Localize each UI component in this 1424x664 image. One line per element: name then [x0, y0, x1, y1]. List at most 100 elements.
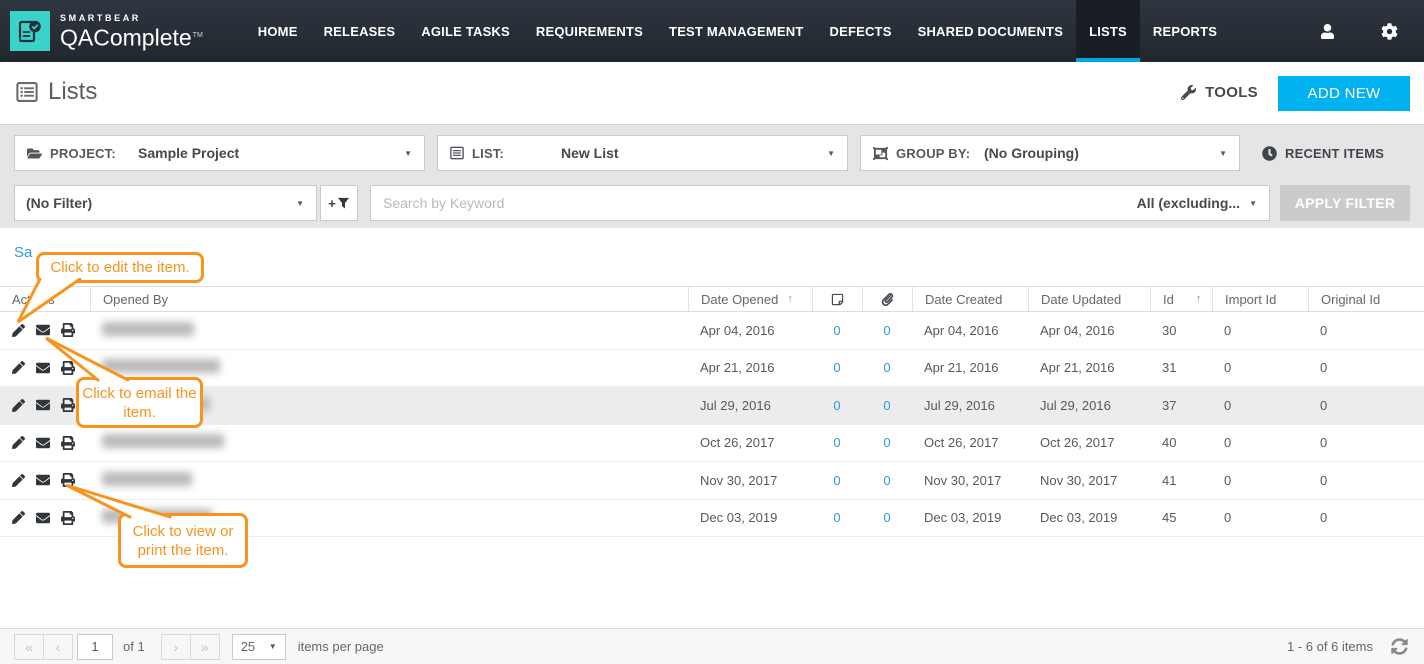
original-id-cell: 0 [1308, 323, 1424, 338]
filter-panel: PROJECT: Sample Project ▼ LIST: New List… [0, 124, 1424, 228]
print-icon[interactable] [61, 436, 75, 450]
add-new-button[interactable]: ADD NEW [1278, 76, 1410, 111]
callout-print-tail [56, 479, 180, 519]
pager-bar: « ‹ of 1 › » 25 ▼ items per page 1 - 6 o… [0, 628, 1424, 664]
import-id-cell: 0 [1212, 510, 1308, 525]
callout-print: Click to view or print the item. [118, 513, 248, 568]
chevron-down-icon: ▼ [404, 149, 412, 158]
import-id-cell: 0 [1212, 435, 1308, 450]
chevron-down-icon: ▼ [827, 149, 835, 158]
nav-item-reports[interactable]: REPORTS [1140, 0, 1230, 62]
paperclip-icon [881, 293, 894, 306]
import-id-cell: 0 [1212, 360, 1308, 375]
notes-count-link[interactable]: 0 [812, 473, 862, 488]
date-updated-cell: Dec 03, 2019 [1028, 510, 1150, 525]
folder-icon [27, 146, 42, 161]
column-header-import-id[interactable]: Import Id [1212, 287, 1308, 311]
column-header-date-opened[interactable]: Date Opened ↑ [688, 287, 812, 311]
table-row: Nov 30, 2017 0 0 Nov 30, 2017 Nov 30, 20… [0, 462, 1424, 500]
notes-count-link[interactable]: 0 [812, 323, 862, 338]
chevron-down-icon: ▼ [1219, 149, 1227, 158]
nav-item-releases[interactable]: RELEASES [311, 0, 409, 62]
notes-count-link[interactable]: 0 [812, 435, 862, 450]
table-row: Apr 21, 2016 0 0 Apr 21, 2016 Apr 21, 20… [0, 350, 1424, 388]
nav-item-shared-documents[interactable]: SHARED DOCUMENTS [905, 0, 1076, 62]
list-dropdown[interactable]: LIST: New List ▼ [437, 135, 848, 171]
date-updated-cell: Oct 26, 2017 [1028, 435, 1150, 450]
saved-filter-dropdown[interactable]: (No Filter) ▼ [14, 185, 317, 221]
print-icon[interactable] [61, 398, 75, 412]
next-page-button[interactable]: › [161, 634, 191, 660]
list-value: New List [561, 145, 619, 161]
group-icon [873, 146, 888, 161]
nav-item-requirements[interactable]: REQUIREMENTS [523, 0, 656, 62]
recent-items-button[interactable]: RECENT ITEMS [1262, 135, 1384, 171]
notes-count-link[interactable]: 0 [812, 360, 862, 375]
import-id-cell: 0 [1212, 473, 1308, 488]
brand-logo[interactable]: SMARTBEAR QACompleteTM [0, 0, 245, 62]
nav-item-defects[interactable]: DEFECTS [817, 0, 905, 62]
attachments-count-link[interactable]: 0 [862, 473, 912, 488]
edit-icon[interactable] [12, 511, 25, 524]
column-header-notes[interactable] [812, 287, 862, 311]
page-title: Lists [16, 78, 97, 106]
sample-link[interactable]: Sa [14, 244, 32, 261]
refresh-icon[interactable] [1391, 638, 1408, 655]
brand-product: QAComplete [60, 24, 192, 50]
column-header-date-created[interactable]: Date Created [912, 287, 1028, 311]
column-header-id[interactable]: Id ↑ [1150, 287, 1212, 311]
edit-icon[interactable] [12, 399, 25, 412]
wrench-icon [1181, 85, 1196, 100]
date-opened-cell: Nov 30, 2017 [688, 473, 812, 488]
date-updated-cell: Jul 29, 2016 [1028, 398, 1150, 413]
notes-count-link[interactable]: 0 [812, 510, 862, 525]
column-header-original-id[interactable]: Original Id [1308, 287, 1424, 311]
nav-item-agile-tasks[interactable]: AGILE TASKS [408, 0, 523, 62]
column-header-opened-by[interactable]: Opened By [90, 287, 688, 311]
attachments-count-link[interactable]: 0 [862, 398, 912, 413]
list-icon [450, 146, 464, 160]
edit-icon[interactable] [12, 436, 25, 449]
tools-button[interactable]: TOOLS [1181, 84, 1258, 101]
table-header-row: Actions Opened By Date Opened ↑ Date Cre… [0, 286, 1424, 312]
column-header-attachments[interactable] [862, 287, 912, 311]
project-value: Sample Project [138, 145, 239, 161]
search-input[interactable] [371, 187, 1137, 219]
table-row: Apr 04, 2016 0 0 Apr 04, 2016 Apr 04, 20… [0, 312, 1424, 350]
email-icon[interactable] [36, 436, 50, 450]
original-id-cell: 0 [1308, 435, 1424, 450]
gear-icon[interactable] [1381, 23, 1398, 40]
date-opened-cell: Jul 29, 2016 [688, 398, 812, 413]
nav-item-test-management[interactable]: TEST MANAGEMENT [656, 0, 816, 62]
page-number-input[interactable] [77, 634, 113, 660]
group-by-dropdown[interactable]: GROUP BY: (No Grouping) ▼ [860, 135, 1240, 171]
attachments-count-link[interactable]: 0 [862, 323, 912, 338]
email-icon[interactable] [36, 511, 50, 525]
redacted-name [102, 434, 224, 448]
search-scope-dropdown[interactable]: All (excluding... ▼ [1137, 195, 1269, 211]
lists-icon [16, 81, 38, 103]
notes-count-link[interactable]: 0 [812, 398, 862, 413]
page-size-dropdown[interactable]: 25 ▼ [232, 634, 286, 660]
user-icon[interactable] [1320, 24, 1335, 39]
edit-icon[interactable] [12, 474, 25, 487]
top-navbar: SMARTBEAR QACompleteTM HOME RELEASES AGI… [0, 0, 1424, 62]
add-filter-button[interactable]: + [320, 185, 358, 221]
last-page-button[interactable]: » [190, 634, 220, 660]
prev-page-button[interactable]: ‹ [43, 634, 73, 660]
attachments-count-link[interactable]: 0 [862, 510, 912, 525]
attachments-count-link[interactable]: 0 [862, 360, 912, 375]
sort-asc-icon: ↑ [1196, 293, 1202, 305]
project-dropdown[interactable]: PROJECT: Sample Project ▼ [14, 135, 425, 171]
apply-filter-button[interactable]: APPLY FILTER [1280, 185, 1410, 221]
email-icon[interactable] [36, 398, 50, 412]
attachments-count-link[interactable]: 0 [862, 435, 912, 450]
item-range-label: 1 - 6 of 6 items [1287, 639, 1373, 654]
email-icon[interactable] [36, 473, 50, 487]
edit-icon[interactable] [12, 361, 25, 374]
column-header-date-updated[interactable]: Date Updated [1028, 287, 1150, 311]
nav-item-home[interactable]: HOME [245, 0, 311, 62]
first-page-button[interactable]: « [14, 634, 44, 660]
chevron-down-icon: ▼ [1249, 199, 1257, 208]
nav-item-lists[interactable]: LISTS [1076, 0, 1140, 62]
